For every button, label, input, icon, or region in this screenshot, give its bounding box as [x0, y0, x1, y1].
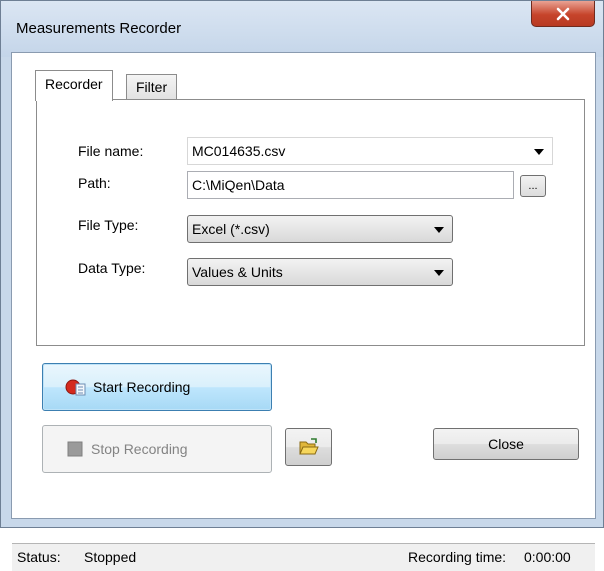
- record-icon: [65, 379, 86, 396]
- path-label: Path:: [78, 175, 111, 191]
- close-icon: [556, 7, 570, 20]
- title-bar: Measurements Recorder: [1, 1, 603, 57]
- chevron-down-icon: [434, 227, 444, 233]
- close-button[interactable]: Close: [433, 428, 579, 460]
- stop-recording-label: Stop Recording: [91, 441, 188, 457]
- recorder-tab-panel: File name: MC014635.csv Path: C:\MiQen\D…: [36, 99, 585, 346]
- file-name-label: File name:: [78, 143, 144, 159]
- window-title: Measurements Recorder: [16, 20, 182, 37]
- data-type-label: Data Type:: [78, 260, 146, 276]
- stop-icon: [67, 441, 83, 457]
- recording-time-label: Recording time:: [408, 549, 507, 565]
- open-folder-button[interactable]: [285, 428, 332, 466]
- measurements-recorder-window: Measurements Recorder Recorder Filter Fi…: [0, 0, 604, 571]
- tab-recorder[interactable]: Recorder: [35, 70, 113, 101]
- start-recording-button[interactable]: Start Recording: [42, 363, 272, 411]
- start-recording-label: Start Recording: [93, 379, 191, 395]
- window-close-button[interactable]: [531, 1, 595, 27]
- status-bar: Status: Stopped Recording time: 0:00:00: [12, 543, 595, 571]
- file-name-value: MC014635.csv: [192, 143, 286, 159]
- file-type-select[interactable]: Excel (*.csv): [187, 215, 453, 243]
- file-type-label: File Type:: [78, 217, 139, 233]
- dialog-client-area: Recorder Filter File name: MC014635.csv …: [11, 52, 596, 571]
- open-folder-icon: [298, 438, 319, 455]
- file-type-value: Excel (*.csv): [192, 221, 270, 237]
- status-value: Stopped: [84, 549, 137, 565]
- tab-filter[interactable]: Filter: [126, 74, 178, 99]
- stop-recording-button[interactable]: Stop Recording: [42, 425, 272, 473]
- data-type-value: Values & Units: [192, 264, 283, 280]
- data-type-select[interactable]: Values & Units: [187, 258, 453, 286]
- path-input[interactable]: C:\MiQen\Data: [187, 171, 514, 199]
- chevron-down-icon: [434, 270, 444, 276]
- status-label: Status:: [17, 549, 61, 565]
- browse-path-button[interactable]: ...: [520, 175, 546, 197]
- chevron-down-icon[interactable]: [534, 149, 544, 155]
- file-name-combo[interactable]: MC014635.csv: [187, 137, 553, 165]
- recording-time-value: 0:00:00: [524, 549, 571, 565]
